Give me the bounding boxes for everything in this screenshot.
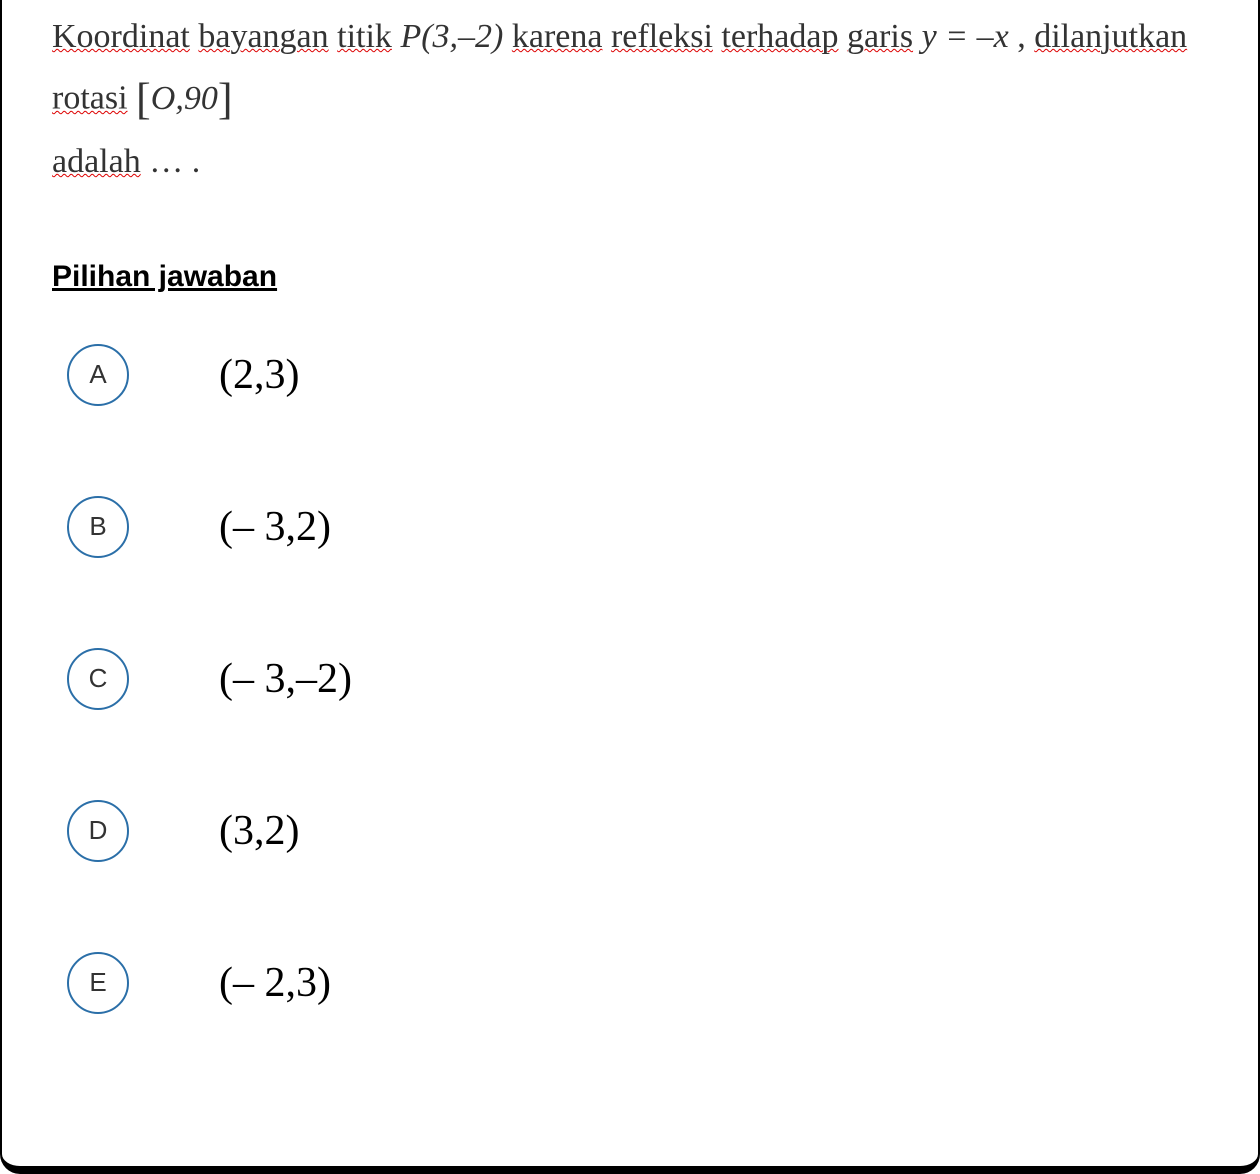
question-point: P(3,–2) (400, 18, 503, 55)
option-row[interactable]: D (3,2) (67, 800, 1208, 862)
question-word: refleksi (611, 18, 713, 55)
option-letter-button[interactable]: B (67, 496, 129, 558)
option-value: (– 3,2) (219, 503, 331, 551)
question-comma: , (1017, 18, 1026, 55)
option-letter-button[interactable]: D (67, 800, 129, 862)
question-word: garis (847, 18, 913, 55)
option-value: (– 2,3) (219, 959, 331, 1007)
question-word: Koordinat (52, 18, 190, 55)
rotation-value: O,90 (151, 80, 218, 117)
option-value: (– 3,–2) (219, 655, 352, 703)
question-container: Koordinat bayangan titik P(3,–2) karena … (0, 0, 1260, 1174)
option-value: (3,2) (219, 807, 299, 855)
option-row[interactable]: B (– 3,2) (67, 496, 1208, 558)
question-word: bayangan (198, 18, 328, 55)
option-letter-button[interactable]: C (67, 648, 129, 710)
option-letter-button[interactable]: A (67, 344, 129, 406)
question-rotation: [O,90] (136, 80, 233, 117)
answer-heading: Pilihan jawaban (52, 260, 1208, 294)
option-value: (2,3) (219, 351, 299, 399)
option-row[interactable]: C (– 3,–2) (67, 648, 1208, 710)
option-letter-button[interactable]: E (67, 952, 129, 1014)
question-word: rotasi (52, 80, 128, 117)
bracket-open: [ (136, 74, 151, 123)
question-equation: y = –x (922, 18, 1009, 55)
options-list: A (2,3) B (– 3,2) C (– 3,–2) D (3,2) E (… (52, 344, 1208, 1014)
question-dots: … . (149, 143, 200, 180)
question-word: karena (512, 18, 603, 55)
bracket-close: ] (218, 74, 233, 123)
question-word: titik (337, 18, 392, 55)
question-word: terhadap (721, 18, 838, 55)
question-word: adalah (52, 143, 141, 180)
option-row[interactable]: A (2,3) (67, 344, 1208, 406)
option-row[interactable]: E (– 2,3) (67, 952, 1208, 1014)
question-word: dilanjutkan (1034, 18, 1187, 55)
question-text: Koordinat bayangan titik P(3,–2) karena … (52, 10, 1208, 190)
